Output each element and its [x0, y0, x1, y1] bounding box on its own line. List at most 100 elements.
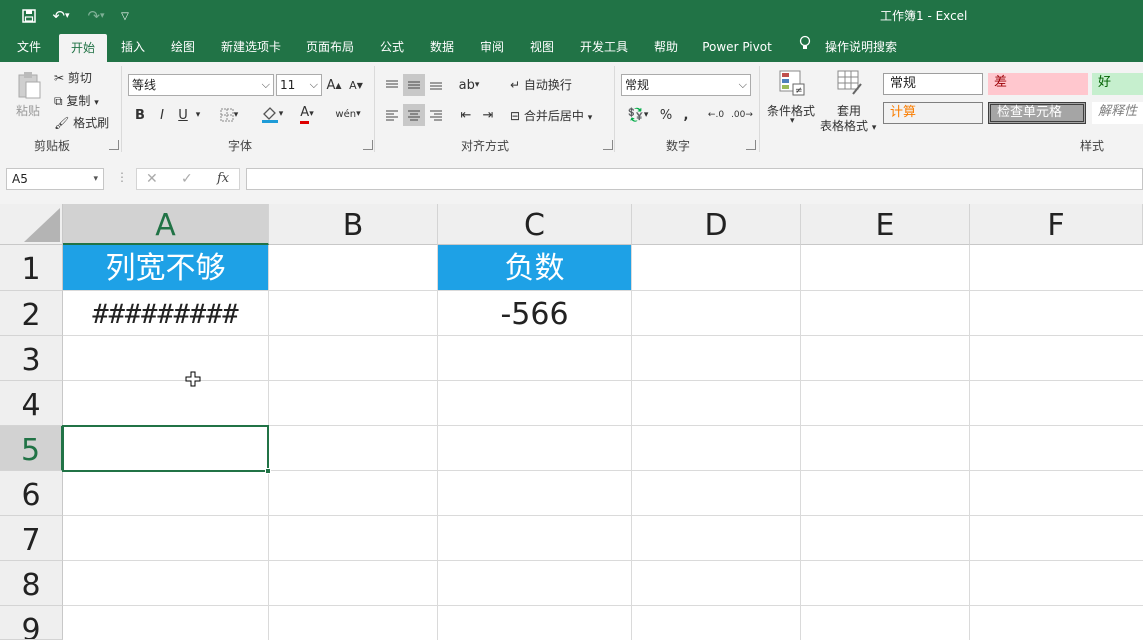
paste-button[interactable]: 粘贴 [16, 102, 40, 119]
number-launcher-icon[interactable] [746, 140, 756, 150]
font-color-button[interactable]: A ▾ [292, 102, 322, 126]
active-cell-a5[interactable] [62, 425, 269, 472]
row-header-8[interactable]: 8 [0, 561, 63, 606]
font-size-select[interactable]: 11 ⌵ [276, 74, 322, 96]
increase-indent-icon[interactable]: ⇥ [478, 104, 498, 126]
merge-icon: ⊟ [510, 109, 521, 123]
row-header-9[interactable]: 9 [0, 606, 63, 640]
row-header-2[interactable]: 2 [0, 291, 63, 336]
currency-icon[interactable]: 💱 ▾ [622, 104, 654, 126]
column-header-f[interactable]: F [970, 204, 1143, 245]
increase-decimal-button[interactable]: ←.0 [704, 104, 728, 126]
column-header-c[interactable]: C [438, 204, 632, 245]
tab-insert[interactable]: 插入 [113, 32, 153, 62]
cell-a2[interactable]: ######### [63, 291, 268, 335]
chevron-down-icon: ⌵ [738, 78, 747, 91]
bold-button[interactable]: B [131, 104, 149, 126]
style-bad[interactable]: 差 [988, 73, 1088, 95]
chevron-down-icon[interactable]: ▽ [116, 6, 134, 26]
cell-c1[interactable]: 负数 [438, 245, 631, 290]
save-icon[interactable] [18, 6, 40, 26]
cut-button[interactable]: ✂ 剪切 [54, 69, 92, 86]
clipboard-launcher-icon[interactable] [109, 140, 119, 150]
enter-icon[interactable]: ✓ [181, 171, 193, 187]
alignment-launcher-icon[interactable] [603, 140, 613, 150]
tab-data[interactable]: 数据 [422, 32, 462, 62]
formula-buttons: ✕ ✓ fx [136, 168, 240, 190]
cell-a1[interactable]: 列宽不够 [63, 245, 268, 290]
merge-center-button[interactable]: ⊟ 合并后居中 ▾ [510, 107, 592, 124]
tab-home[interactable]: 开始 [59, 34, 107, 62]
wrap-text-button[interactable]: ↵ 自动换行 [510, 76, 572, 93]
tab-help[interactable]: 帮助 [646, 32, 686, 62]
font-launcher-icon[interactable] [363, 140, 373, 150]
tab-power-pivot[interactable]: Power Pivot [698, 32, 776, 62]
align-right-icon[interactable] [426, 104, 446, 126]
insert-function-icon[interactable]: fx [217, 171, 229, 186]
row-header-7[interactable]: 7 [0, 516, 63, 561]
orientation-icon[interactable]: ab ▾ [454, 74, 484, 96]
italic-button[interactable]: I [153, 104, 171, 126]
align-bottom-icon[interactable] [426, 74, 446, 96]
align-left-icon[interactable] [382, 104, 402, 126]
fill-color-icon[interactable]: ▾ [256, 102, 288, 126]
borders-icon[interactable]: ▾ [214, 104, 244, 126]
column-header-d[interactable]: D [632, 204, 801, 245]
cell-c2[interactable]: -566 [438, 291, 631, 335]
format-painter-button[interactable]: 🖌 格式刷 [54, 114, 109, 131]
style-check-cell[interactable]: 检查单元格 [988, 102, 1086, 124]
tab-review[interactable]: 审阅 [472, 32, 512, 62]
tab-view[interactable]: 视图 [522, 32, 562, 62]
paste-icon[interactable] [12, 70, 46, 100]
column-header-e[interactable]: E [801, 204, 970, 245]
tab-page-layout[interactable]: 页面布局 [298, 32, 362, 62]
tab-file[interactable]: 文件 [8, 32, 50, 62]
tell-me-search[interactable]: 操作说明搜索 [818, 32, 904, 62]
copy-button[interactable]: ⧉ 复制 ▾ [54, 92, 99, 109]
grow-font-button[interactable]: A ▲ [325, 74, 343, 96]
redo-icon[interactable]: ↷ ▾ [82, 6, 110, 26]
conditional-format-icon[interactable]: ≠ [776, 68, 808, 98]
tab-draw[interactable]: 绘图 [163, 32, 203, 62]
row-header-3[interactable]: 3 [0, 336, 63, 381]
style-normal[interactable]: 常规 [883, 73, 983, 95]
align-top-icon[interactable] [382, 74, 402, 96]
chevron-down-icon[interactable]: ▾ [790, 116, 795, 126]
percent-button[interactable]: % [657, 104, 675, 126]
name-box[interactable]: A5 ▾ [6, 168, 104, 190]
tab-formulas[interactable]: 公式 [372, 32, 412, 62]
column-header-a[interactable]: A [63, 204, 269, 245]
number-group-label: 数字 [666, 139, 691, 153]
decrease-decimal-button[interactable]: .00→ [730, 104, 754, 126]
align-center-icon[interactable] [403, 104, 425, 126]
column-header-b[interactable]: B [269, 204, 438, 245]
fill-handle[interactable] [265, 468, 271, 474]
format-as-table-icon[interactable] [834, 68, 866, 98]
row-header-5[interactable]: 5 [0, 426, 63, 471]
row-header-6[interactable]: 6 [0, 471, 63, 516]
style-good[interactable]: 好 [1092, 73, 1143, 95]
row-header-1[interactable]: 1 [0, 245, 63, 291]
phonetic-button[interactable]: wén ▾ [332, 102, 364, 126]
comma-button[interactable]: , [678, 104, 694, 126]
row-header-4[interactable]: 4 [0, 381, 63, 426]
align-middle-icon[interactable] [403, 74, 425, 96]
shrink-font-button[interactable]: A ▼ [347, 74, 365, 96]
wrap-text-label: 自动换行 [523, 78, 572, 92]
font-name-select[interactable]: 等线 ⌵ [128, 74, 274, 96]
underline-button[interactable]: U [174, 104, 192, 126]
chevron-down-icon[interactable]: ▾ [193, 104, 203, 126]
undo-icon[interactable]: ↶ ▾ [46, 6, 76, 26]
cancel-icon[interactable]: ✕ [146, 171, 158, 187]
format-as-table-button[interactable]: 表格格式 ▾ [820, 117, 876, 134]
group-separator [614, 66, 615, 152]
style-explanatory[interactable]: 解释性 [1092, 102, 1143, 124]
number-format-select[interactable]: 常规 ⌵ [621, 74, 751, 96]
copy-label: 复制 [66, 94, 91, 108]
style-calculation[interactable]: 计算 [883, 102, 983, 124]
decrease-indent-icon[interactable]: ⇤ [456, 104, 476, 126]
tab-new[interactable]: 新建选项卡 [214, 32, 288, 62]
formula-input[interactable] [246, 168, 1143, 190]
select-all-button[interactable] [0, 204, 63, 245]
tab-developer[interactable]: 开发工具 [572, 32, 636, 62]
